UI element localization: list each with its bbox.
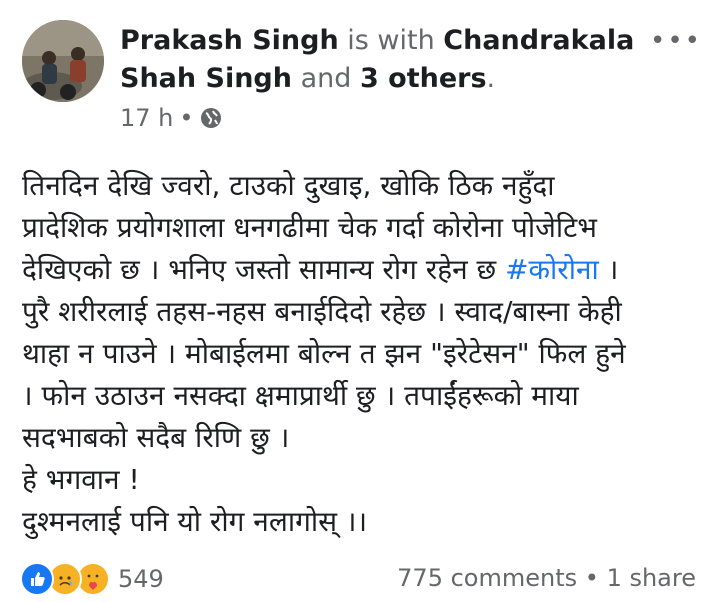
comments-link[interactable]: 775 comments bbox=[397, 564, 577, 592]
post-line: पुरै शरीरलाई तहस-नहस बनाईदिदो रहेछ । स्व… bbox=[22, 295, 622, 328]
tagged-person-cont[interactable]: Shah Singh bbox=[120, 63, 292, 94]
post-line: दुश्मनलाई पनि यो रोग नलागोस् ।। bbox=[22, 505, 368, 538]
post-line-text: देखिएको छ । भनिए जस्तो सामान्य रोग रहेन … bbox=[22, 253, 506, 286]
post-header-line-1: Prakash Singh is with Chandrakala bbox=[120, 22, 634, 60]
reaction-count: 549 bbox=[118, 565, 164, 593]
with-text: is with bbox=[347, 25, 435, 56]
post-line: थाहा न पाउने । मोबाईलमा बोल्न त झन "इरेट… bbox=[22, 337, 626, 370]
tagged-person[interactable]: Chandrakala bbox=[443, 25, 634, 56]
post-line: देखिएको छ । भनिए जस्तो सामान्य रोग रहेन … bbox=[22, 249, 712, 291]
post-line: प्रादेशिक प्रयोगशाला धनगढीमा चेक गर्दा क… bbox=[22, 211, 597, 244]
post-header-line-2: Shah Singh and 3 others. bbox=[120, 60, 495, 98]
post-meta: 17 h • bbox=[120, 104, 222, 132]
post-line: । फोन उठाउन नसक्दा क्षमाप्रार्थी छु । तप… bbox=[22, 379, 579, 412]
post-line-suffix: । bbox=[598, 253, 619, 286]
hashtag-link[interactable]: #कोरोना bbox=[505, 253, 599, 286]
globe-icon[interactable] bbox=[200, 107, 222, 129]
post-body: तिनदिन देखि ज्वरो, टाउको दुखाइ, खोकि ठिक… bbox=[22, 165, 712, 543]
period: . bbox=[486, 63, 496, 94]
post-footer: 549 775 comments • 1 share bbox=[20, 562, 700, 596]
engagement-stats: 775 comments • 1 share bbox=[397, 564, 696, 592]
more-options-icon[interactable]: ••• bbox=[650, 26, 702, 56]
meta-separator: • bbox=[179, 104, 194, 132]
author-name[interactable]: Prakash Singh bbox=[120, 25, 339, 56]
post-line: सदभाबको सदैब रिणि छु । bbox=[22, 421, 290, 454]
post-line: हे भगवान ! bbox=[22, 463, 140, 496]
and-text: and bbox=[300, 63, 352, 94]
stats-separator: • bbox=[584, 564, 599, 592]
shares-link[interactable]: 1 share bbox=[607, 564, 696, 592]
avatar[interactable] bbox=[22, 20, 104, 102]
timestamp[interactable]: 17 h bbox=[120, 104, 173, 132]
post-line: तिनदिन देखि ज्वरो, टाउको दुखाइ, खोकि ठिक… bbox=[22, 169, 555, 202]
like-icon bbox=[20, 562, 54, 596]
others-link[interactable]: 3 others bbox=[360, 63, 487, 94]
reactions-summary[interactable]: 549 bbox=[20, 562, 164, 596]
